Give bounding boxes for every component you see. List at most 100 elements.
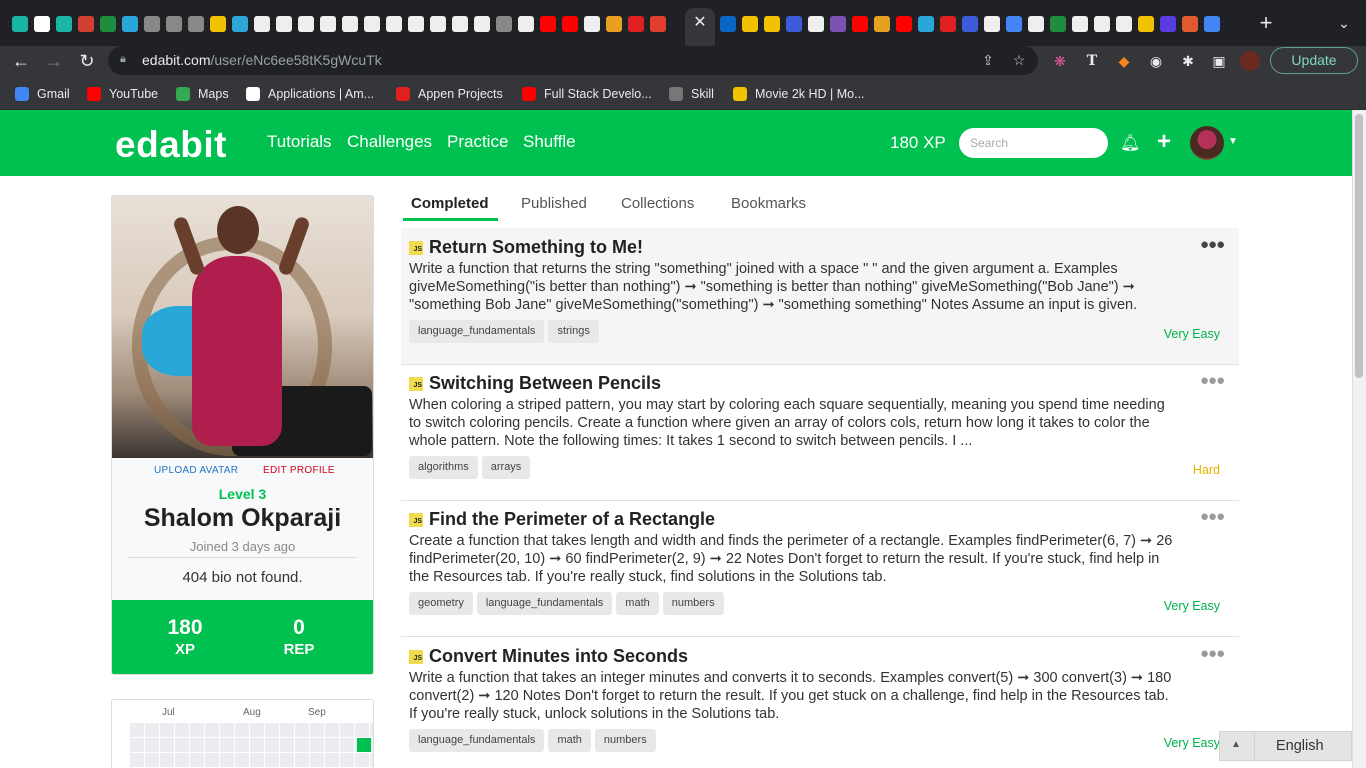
eye-extension-icon[interactable]: ◉: [1146, 51, 1166, 71]
tab-favicon-icon[interactable]: [786, 16, 802, 32]
tab-search-chevron-icon[interactable]: ⌄: [1334, 13, 1354, 33]
tab-favicon-icon[interactable]: [1138, 16, 1154, 32]
language-selector[interactable]: ▲ English: [1219, 731, 1352, 761]
bookmark-applications[interactable]: Applications | Am...: [246, 85, 374, 103]
more-options-icon[interactable]: ●●●: [1200, 645, 1225, 662]
tab-favicon-icon[interactable]: [408, 16, 424, 32]
tab-favicon-icon[interactable]: [874, 16, 890, 32]
side-panel-icon[interactable]: ▣: [1209, 51, 1229, 71]
challenge-title[interactable]: Convert Minutes into Seconds: [429, 646, 688, 667]
tab-favicon-icon[interactable]: [1160, 16, 1176, 32]
add-icon[interactable]: +: [1154, 130, 1174, 154]
caret-up-icon[interactable]: ▲: [1228, 739, 1244, 753]
tab-favicon-icon[interactable]: [1050, 16, 1066, 32]
bookmark-skill[interactable]: Skill: [669, 85, 714, 103]
challenge-title[interactable]: Return Something to Me!: [429, 237, 643, 258]
update-button[interactable]: Update: [1270, 47, 1358, 74]
tab-favicon-icon[interactable]: [584, 16, 600, 32]
tab-favicon-icon[interactable]: [896, 16, 912, 32]
tab-favicon-icon[interactable]: [452, 16, 468, 32]
tab-favicon-icon[interactable]: [122, 16, 138, 32]
tab-favicon-icon[interactable]: [496, 16, 512, 32]
close-tab-icon[interactable]: ✕: [690, 13, 710, 33]
tab-published[interactable]: Published: [521, 195, 587, 212]
tab-favicon-icon[interactable]: [430, 16, 446, 32]
bookmark-star-icon[interactable]: ☆: [1010, 51, 1028, 69]
bookmark-fullstack[interactable]: Full Stack Develo...: [522, 85, 652, 103]
tab-favicon-icon[interactable]: [144, 16, 160, 32]
bookmark-movie[interactable]: Movie 2k HD | Mo...: [733, 85, 865, 103]
tab-favicon-icon[interactable]: [34, 16, 50, 32]
tab-favicon-icon[interactable]: [342, 16, 358, 32]
profile-avatar-icon[interactable]: [1240, 51, 1260, 71]
tab-favicon-icon[interactable]: [474, 16, 490, 32]
tag[interactable]: numbers: [594, 729, 656, 752]
tab-favicon-icon[interactable]: [298, 16, 314, 32]
tag[interactable]: numbers: [662, 592, 724, 615]
tab-bookmarks[interactable]: Bookmarks: [731, 195, 806, 212]
tab-favicon-icon[interactable]: [918, 16, 934, 32]
tag[interactable]: geometry: [409, 592, 473, 615]
more-options-icon[interactable]: ●●●: [1200, 372, 1225, 389]
bookmark-appen[interactable]: Appen Projects: [396, 85, 503, 103]
tab-favicon-icon[interactable]: [254, 16, 270, 32]
tag[interactable]: algorithms: [409, 456, 478, 479]
address-bar[interactable]: 🔒︎ edabit.com/user/eNc6ee58tK5gWcuTk ⇪ ☆: [108, 46, 1038, 75]
tab-favicon-icon[interactable]: [720, 16, 736, 32]
tab-favicon-icon[interactable]: [518, 16, 534, 32]
tab-favicon-icon[interactable]: [764, 16, 780, 32]
nav-tutorials[interactable]: Tutorials: [267, 132, 332, 152]
back-arrow-icon[interactable]: ←: [10, 50, 32, 72]
more-options-icon[interactable]: ●●●: [1200, 236, 1225, 253]
bookmark-gmail[interactable]: Gmail: [15, 85, 70, 103]
metamask-fox-icon[interactable]: ◆: [1114, 51, 1134, 71]
tab-favicon-icon[interactable]: [276, 16, 292, 32]
tab-favicon-icon[interactable]: [210, 16, 226, 32]
tab-favicon-icon[interactable]: [56, 16, 72, 32]
tab-favicon-icon[interactable]: [100, 16, 116, 32]
language-label[interactable]: English: [1276, 738, 1324, 754]
extensions-puzzle-icon[interactable]: ✱: [1178, 51, 1198, 71]
tab-favicon-icon[interactable]: [852, 16, 868, 32]
tab-favicon-icon[interactable]: [166, 16, 182, 32]
challenge-title[interactable]: Switching Between Pencils: [429, 373, 661, 394]
bell-icon[interactable]: 🔔︎: [1120, 133, 1140, 153]
tag[interactable]: language_fundamentals: [476, 592, 613, 615]
color-extension-icon[interactable]: ❋: [1050, 51, 1070, 71]
tab-favicon-icon[interactable]: [1028, 16, 1044, 32]
tab-favicon-icon[interactable]: [1072, 16, 1088, 32]
bookmark-maps[interactable]: Maps: [176, 85, 229, 103]
caret-down-icon[interactable]: ▼: [1228, 136, 1238, 148]
tag[interactable]: language_fundamentals: [409, 320, 545, 343]
tab-favicon-icon[interactable]: [940, 16, 956, 32]
tag[interactable]: math: [548, 729, 591, 752]
tab-collections[interactable]: Collections: [621, 195, 694, 212]
nav-practice[interactable]: Practice: [447, 132, 508, 152]
tag[interactable]: language_fundamentals: [409, 729, 545, 752]
challenge-item[interactable]: JS Return Something to Me! ●●● Write a f…: [401, 228, 1239, 365]
more-options-icon[interactable]: ●●●: [1200, 508, 1225, 525]
tag[interactable]: math: [616, 592, 659, 615]
tab-favicon-icon[interactable]: [188, 16, 204, 32]
tag[interactable]: strings: [548, 320, 599, 343]
new-tab-button[interactable]: +: [1256, 12, 1276, 34]
tab-favicon-icon[interactable]: [1116, 16, 1132, 32]
tab-favicon-icon[interactable]: [78, 16, 94, 32]
tab-favicon-icon[interactable]: [320, 16, 336, 32]
challenge-item[interactable]: JS Find the Perimeter of a Rectangle ●●●…: [401, 500, 1239, 637]
font-extension-icon[interactable]: T: [1082, 51, 1102, 71]
avatar[interactable]: [1190, 126, 1224, 160]
tab-completed[interactable]: Completed: [411, 195, 489, 212]
nav-challenges[interactable]: Challenges: [347, 132, 432, 152]
tab-favicon-icon[interactable]: [386, 16, 402, 32]
tag[interactable]: arrays: [481, 456, 531, 479]
forward-arrow-icon[interactable]: →: [43, 50, 65, 72]
tab-favicon-icon[interactable]: [1182, 16, 1198, 32]
reload-icon[interactable]: ↻: [76, 50, 98, 72]
share-icon[interactable]: ⇪: [979, 51, 997, 69]
challenge-item[interactable]: JS Convert Minutes into Seconds ●●● Writ…: [401, 637, 1239, 768]
nav-shuffle[interactable]: Shuffle: [523, 132, 576, 152]
tab-favicon-icon[interactable]: [606, 16, 622, 32]
tab-favicon-icon[interactable]: [808, 16, 824, 32]
tab-favicon-icon[interactable]: [12, 16, 28, 32]
